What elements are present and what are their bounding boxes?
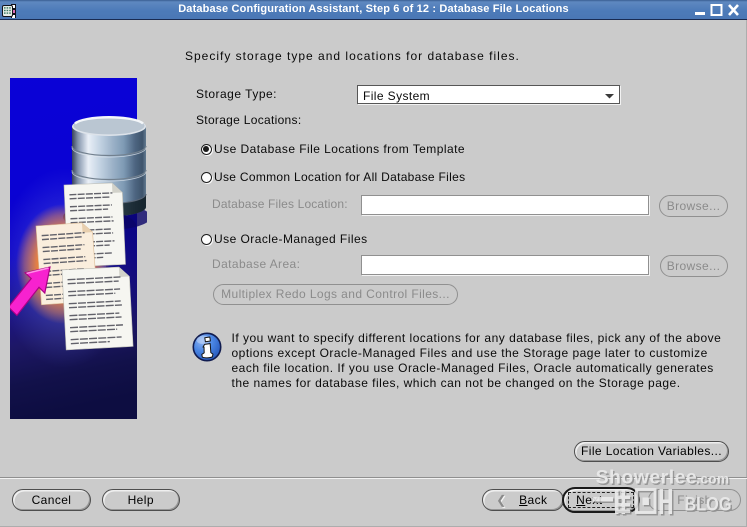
svg-text:.com: .com	[696, 472, 729, 487]
svg-text:Showerlee: Showerlee	[596, 467, 698, 489]
svg-text:BLOG: BLOG	[685, 494, 732, 516]
